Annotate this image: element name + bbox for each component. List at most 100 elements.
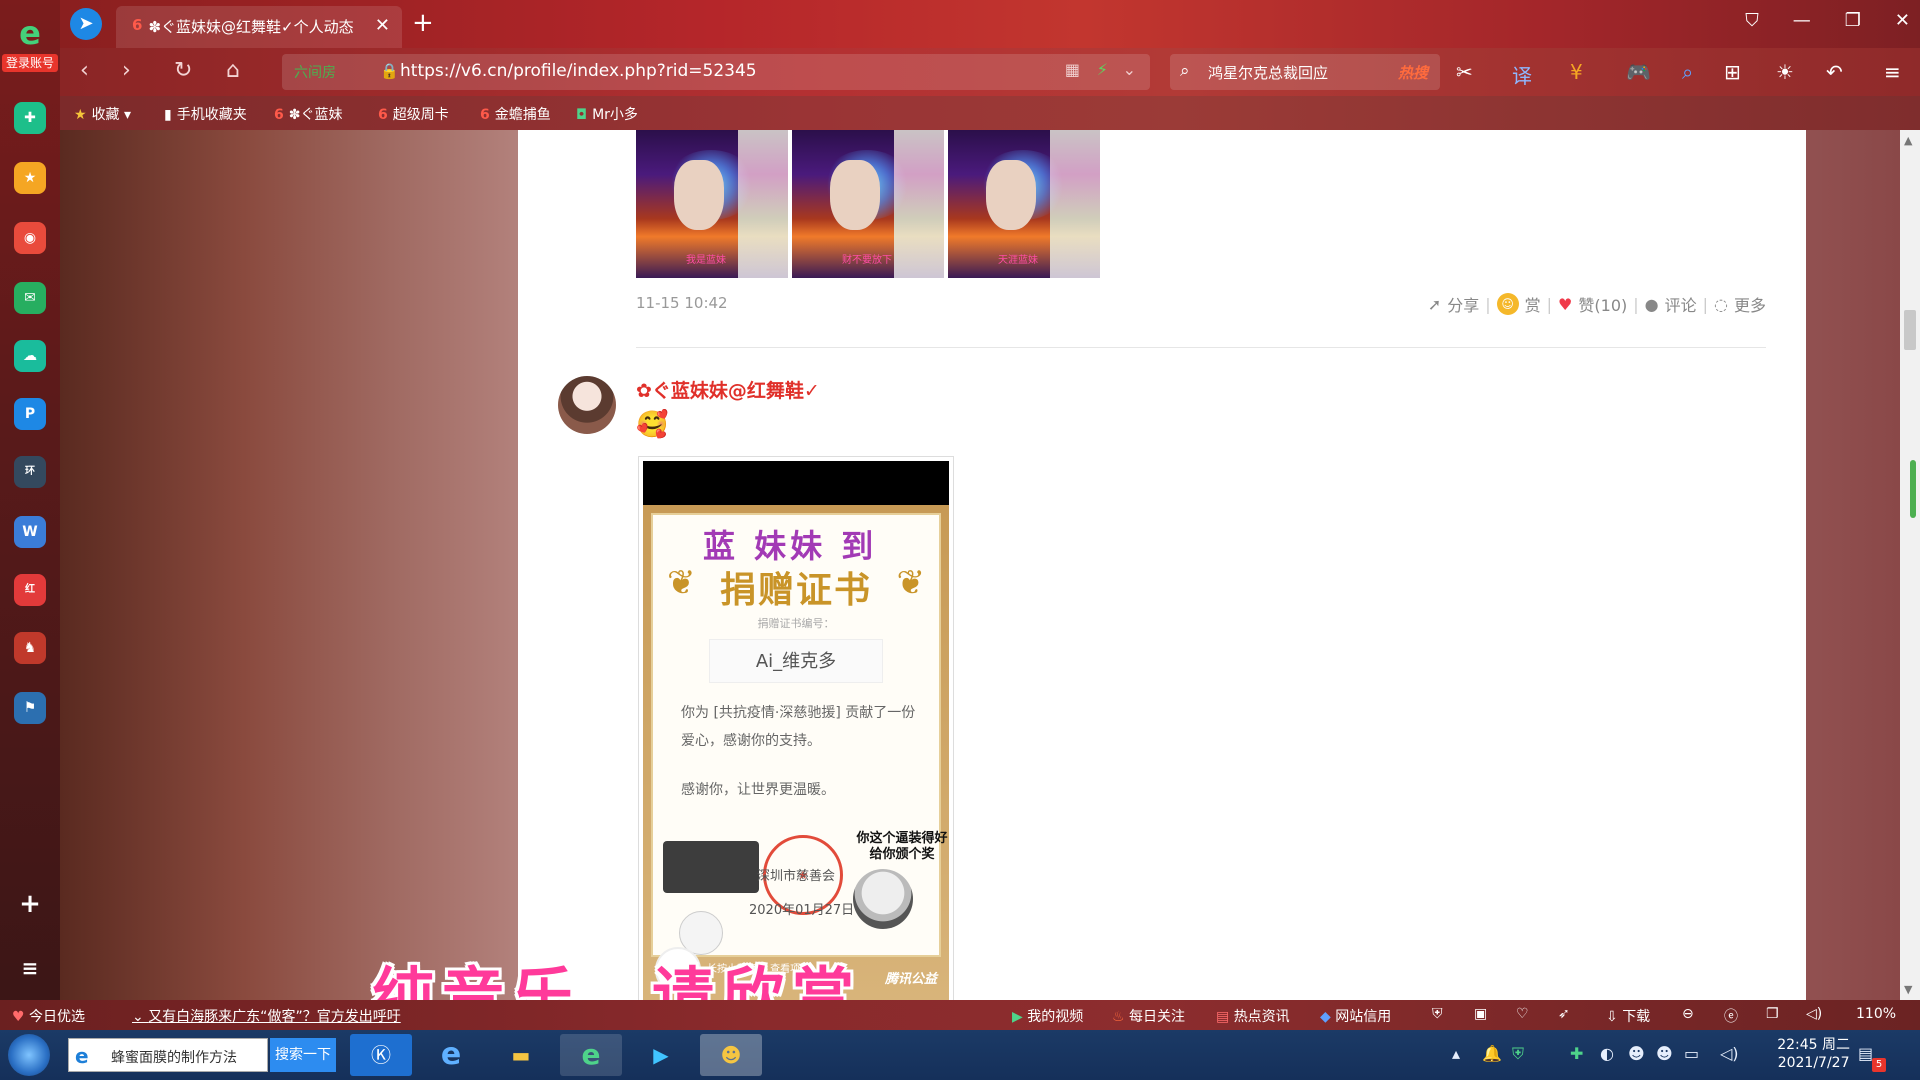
close-window-icon[interactable]: ✕	[1895, 10, 1910, 31]
share-button[interactable]: 分享	[1447, 292, 1479, 316]
navigation-icon[interactable]: ➤	[70, 8, 102, 40]
qr-code-icon[interactable]: ▦	[1065, 60, 1080, 79]
tray-plus-icon[interactable]: ✚	[1570, 1044, 1583, 1063]
tray-bell-icon[interactable]: 🔔	[1482, 1044, 1502, 1063]
reward-icon[interactable]: ☺	[1496, 293, 1519, 315]
back-icon[interactable]: ‹	[80, 58, 89, 83]
sidebar-cloud-icon[interactable]: ☁	[14, 340, 46, 372]
login-button[interactable]: 登录账号	[2, 54, 58, 72]
screenshot-icon[interactable]: ✂	[1456, 60, 1473, 84]
image-icon[interactable]: ▣	[1474, 1006, 1487, 1022]
coin-icon[interactable]: ¥	[1570, 60, 1583, 84]
apps-grid-icon[interactable]: ⊞	[1724, 60, 1741, 84]
system-clock[interactable]: 22:45 周二 2021/7/27	[1777, 1036, 1850, 1072]
my-video[interactable]: ▶ 我的视频	[1012, 1006, 1083, 1026]
browser-logo-icon[interactable]: e	[10, 14, 50, 52]
speed-icon[interactable]: ⚡	[1097, 60, 1108, 79]
bookmark-mobile[interactable]: ▮ 手机收藏夹	[164, 104, 247, 124]
tab-close-icon[interactable]: ✕	[375, 15, 390, 36]
ie-mode-icon[interactable]: ⓔ	[1724, 1006, 1738, 1026]
new-tab-button[interactable]: +	[412, 8, 434, 38]
scroll-down-icon[interactable]: ▼	[1904, 983, 1912, 996]
tray-volume-icon[interactable]: ◁)	[1720, 1044, 1739, 1063]
post-thumbnail[interactable]: 我是蓝妹	[636, 130, 788, 278]
gamepad-icon[interactable]: 🎮	[1626, 60, 1651, 84]
certificate-label[interactable]: 六间房	[294, 62, 336, 82]
tray-qq-icon[interactable]: ☻	[1628, 1044, 1645, 1063]
taskbar-folder-icon[interactable]: ▬	[490, 1034, 552, 1076]
tray-circle-icon[interactable]: ◐	[1600, 1044, 1614, 1063]
comment-button[interactable]: 评论	[1665, 292, 1697, 316]
search-box[interactable]: ⌕ 鸿星尔克总裁回应 热搜	[1170, 54, 1440, 90]
tray-qq2-icon[interactable]: ☻	[1656, 1044, 1673, 1063]
minimize-icon[interactable]: —	[1793, 10, 1811, 31]
start-button[interactable]	[8, 1034, 50, 1076]
taskbar-kugou-icon[interactable]: Ⓚ	[350, 1034, 412, 1076]
shield-icon[interactable]: ⛨	[1432, 1006, 1443, 1022]
network-icon[interactable]: ⊖	[1682, 1006, 1694, 1022]
taskbar-browser-icon[interactable]: e	[560, 1034, 622, 1076]
post-thumbnail[interactable]: 财不要放下	[792, 130, 944, 278]
health-icon[interactable]: ♡	[1516, 1006, 1529, 1022]
post-image-certificate[interactable]: 蓝 妹妹 到 ❦ 捐赠证书 ❦ 捐赠证书编号： Ai_维克多 你为 [共抗疫情·…	[638, 456, 954, 1000]
browser-tab[interactable]: 6 ✽ぐ蓝妹妹@红舞鞋✓个人动态 ✕	[116, 6, 402, 48]
post-username[interactable]: ✿ぐ蓝妹妹@红舞鞋✓	[636, 376, 820, 403]
window-icon[interactable]: ❐	[1766, 1006, 1779, 1022]
scroll-up-icon[interactable]: ▲	[1904, 134, 1912, 147]
taskbar-ie-icon[interactable]: e	[420, 1034, 482, 1076]
share-icon[interactable]: ➚	[1428, 295, 1441, 314]
bookmark-mrxiaoduo[interactable]: ◘ Mr小多	[576, 104, 638, 124]
download[interactable]: ⇩ 下载	[1606, 1006, 1650, 1026]
sidebar-mail-icon[interactable]: ✉	[14, 282, 46, 314]
news-ticker[interactable]: ⌄ 又有白海豚来广东“做客”？官方发出呼吁	[132, 1006, 401, 1026]
translate-icon[interactable]: 译	[1512, 60, 1532, 89]
taskbar-player-icon[interactable]: ▶	[630, 1034, 692, 1076]
url-text[interactable]: https://v6.cn/profile/index.php?rid=5234…	[400, 61, 757, 81]
like-button[interactable]: 赞(10)	[1578, 292, 1627, 316]
notification-center-icon[interactable]: ▤	[1858, 1044, 1873, 1063]
daily-focus[interactable]: ♨ 每日关注	[1112, 1006, 1185, 1026]
sidebar-app-plus-icon[interactable]: ✚	[14, 102, 46, 134]
more-icon[interactable]: ◌	[1714, 295, 1728, 314]
sidebar-global-icon[interactable]: 环	[14, 456, 46, 488]
undo-icon[interactable]: ↶	[1826, 60, 1843, 84]
hot-news[interactable]: ▤ 热点资讯	[1216, 1006, 1290, 1026]
tray-network-icon[interactable]: ▭	[1684, 1044, 1699, 1063]
post-thumbnail[interactable]: 天涯蓝妹	[948, 130, 1100, 278]
taskbar-search-query[interactable]: 蜂蜜面膜的制作方法	[111, 1047, 237, 1067]
sidebar-favorites-icon[interactable]: ★	[14, 162, 46, 194]
today-picks[interactable]: ♥ 今日优选	[12, 1006, 85, 1026]
brightness-icon[interactable]: ☀	[1776, 60, 1794, 84]
taskbar-game-icon[interactable]: ☻	[700, 1034, 762, 1076]
main-menu-icon[interactable]: ≡	[1884, 60, 1901, 84]
zoom-level[interactable]: 110%	[1856, 1006, 1896, 1022]
restore-icon[interactable]: ❐	[1845, 10, 1861, 31]
side-indicator[interactable]	[1910, 460, 1916, 518]
rocket-icon[interactable]: ➶	[1558, 1006, 1570, 1022]
tray-shield-icon[interactable]: ⛨	[1512, 1044, 1524, 1064]
bookmark-lanmeimei[interactable]: 6 ✽ぐ蓝妹	[274, 104, 342, 124]
tray-expand-icon[interactable]: ▴	[1452, 1044, 1460, 1063]
avatar[interactable]	[558, 376, 616, 434]
bookmark-weekly-card[interactable]: 6 超级周卡	[378, 104, 449, 124]
sidebar-p-icon[interactable]: P	[14, 398, 46, 430]
sidebar-game-icon[interactable]: ♞	[14, 632, 46, 664]
bookmark-favorites[interactable]: ★ 收藏 ▾	[74, 104, 131, 124]
page-scrollbar[interactable]: ▲ ▼	[1900, 130, 1920, 1000]
comment-icon[interactable]: ●	[1645, 295, 1659, 314]
sidebar-menu-icon[interactable]: ≡	[14, 952, 46, 984]
sidebar-add-icon[interactable]: +	[14, 888, 46, 920]
more-button[interactable]: 更多	[1734, 292, 1766, 316]
refresh-icon[interactable]: ↻	[174, 58, 192, 83]
site-credit[interactable]: ◆ 网站信用	[1320, 1006, 1391, 1026]
search-query[interactable]: 鸿星尔克总裁回应	[1208, 62, 1328, 83]
home-icon[interactable]: ⌂	[226, 58, 240, 83]
reward-button[interactable]: 赏	[1525, 292, 1541, 316]
taskbar-search[interactable]: e 蜂蜜面膜的制作方法	[68, 1038, 268, 1072]
scrollbar-thumb[interactable]	[1904, 310, 1916, 350]
skin-icon[interactable]: ⛉	[1745, 10, 1759, 31]
address-bar[interactable]: 六间房 🔒 https://v6.cn/profile/index.php?ri…	[282, 54, 1150, 90]
bookmark-fishing[interactable]: 6 金蟾捕鱼	[480, 104, 551, 124]
address-dropdown-icon[interactable]: ⌄	[1123, 60, 1136, 79]
sidebar-weibo-icon[interactable]: ◉	[14, 222, 46, 254]
